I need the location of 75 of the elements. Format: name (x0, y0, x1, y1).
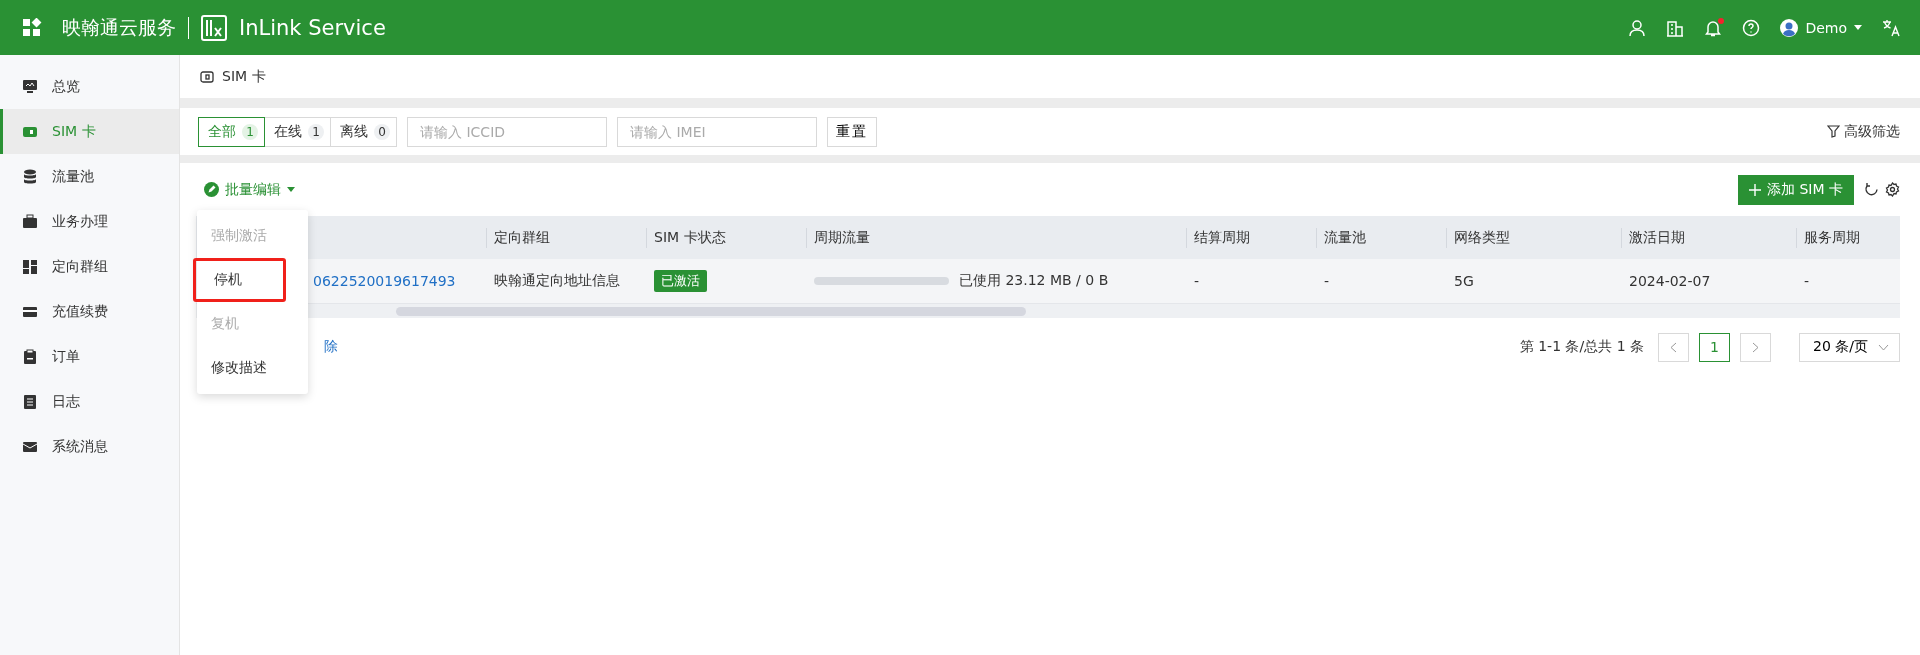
sidebar-item[interactable]: 充值续费 (0, 289, 179, 334)
sidebar-item[interactable]: 总览 (0, 64, 179, 109)
menu-item[interactable]: 停机 (193, 258, 286, 302)
page-button[interactable]: 1 (1699, 332, 1730, 362)
avatar-icon (1780, 18, 1799, 37)
sim-card-icon (200, 70, 214, 83)
table-cell: - (1804, 273, 1810, 289)
column-header: 定向群组 (486, 216, 646, 259)
product-name: InLink Service (239, 15, 386, 40)
count-badge: 1 (242, 123, 258, 140)
delete-link[interactable]: 除 (324, 338, 338, 356)
batch-edit-dropdown[interactable]: 批量编辑 (225, 180, 281, 199)
filter-tab[interactable]: 在线 1 (264, 116, 331, 147)
menu-item-icon (22, 213, 38, 230)
scrollbar-thumb[interactable] (396, 306, 1026, 316)
bell-icon[interactable] (1704, 18, 1723, 37)
sidebar-item[interactable]: SIM 卡 (0, 109, 179, 154)
sidebar-item[interactable]: 流量池 (0, 154, 179, 199)
table-cell: 2024-02-07 (1629, 273, 1711, 289)
user-icon[interactable] (1628, 18, 1647, 37)
chevron-down-icon (1878, 343, 1889, 351)
translate-icon[interactable] (1882, 18, 1900, 37)
advanced-filter-link[interactable]: 高级筛选 (1844, 122, 1900, 141)
column-header: 周期流量 (806, 216, 1186, 259)
user-name[interactable]: Demo (1805, 19, 1847, 36)
chevron-left-icon (1670, 341, 1677, 353)
table-cell: - (1194, 273, 1200, 289)
menu-item-icon (22, 168, 38, 185)
help-icon[interactable] (1742, 18, 1761, 37)
caret-icon[interactable] (1854, 25, 1862, 30)
caret-icon[interactable] (287, 187, 295, 192)
search-field[interactable]: 请输入 IMEI (617, 116, 817, 147)
building-icon[interactable] (1666, 18, 1685, 37)
notification-dot (1718, 17, 1725, 24)
page-title: SIM 卡 (222, 67, 266, 86)
sidebar-item[interactable]: 系统消息 (0, 424, 179, 469)
page-size-select[interactable]: 20 条/页 (1799, 332, 1900, 362)
menu-item-icon (22, 348, 38, 365)
count-badge: 0 (374, 123, 390, 140)
edit-icon[interactable] (204, 182, 219, 197)
menu-item-icon (22, 78, 38, 95)
sidebar-item[interactable]: 业务办理 (0, 199, 179, 244)
column-header: 激活日期 (1621, 216, 1796, 259)
sidebar-item[interactable]: 日志 (0, 379, 179, 424)
filter-icon[interactable] (1827, 125, 1840, 138)
column-header: 网络类型 (1446, 216, 1621, 259)
menu-item[interactable]: 修改描述 (193, 346, 286, 390)
column-header: 结算周期 (1186, 216, 1316, 259)
plus-icon (1749, 183, 1761, 196)
menu-item-icon (22, 258, 38, 275)
chevron-right-icon (1752, 341, 1759, 353)
column-header: SIM 卡状态 (646, 216, 806, 259)
column-header: 服务周期 (1796, 216, 1886, 259)
pagination-summary: 第 1-1 条/总共 1 条 (1519, 338, 1644, 356)
logo-icon (201, 14, 227, 41)
iccid-link[interactable]: 0622520019617493 (313, 273, 456, 289)
table-cell: - (1324, 273, 1330, 289)
table-cell: 5G (1454, 273, 1474, 289)
search-field[interactable]: 请输入 ICCID (407, 116, 607, 147)
sidebar-item[interactable]: 定向群组 (0, 244, 179, 289)
filter-tab[interactable]: 全部 1 (198, 116, 265, 147)
apps-grid-icon[interactable] (22, 17, 42, 38)
refresh-icon[interactable] (1864, 182, 1879, 197)
count-badge: 1 (308, 123, 324, 140)
table-cell: 已使用 23.12 MB / 0 B (959, 272, 1109, 290)
reset-button[interactable]: 重置 (827, 116, 877, 147)
table-cell: 映翰通定向地址信息 (494, 272, 620, 290)
brand-name: 映翰通云服务 (62, 14, 176, 40)
menu-item-icon (22, 393, 38, 410)
sidebar-item[interactable]: 订单 (0, 334, 179, 379)
column-header: 流量池 (1316, 216, 1446, 259)
filter-tab[interactable]: 离线 0 (330, 116, 397, 147)
status-tag: 已激活 (654, 270, 707, 292)
add-sim-button[interactable]: 添加 SIM 卡 (1738, 174, 1854, 205)
settings-icon[interactable] (1885, 182, 1900, 197)
